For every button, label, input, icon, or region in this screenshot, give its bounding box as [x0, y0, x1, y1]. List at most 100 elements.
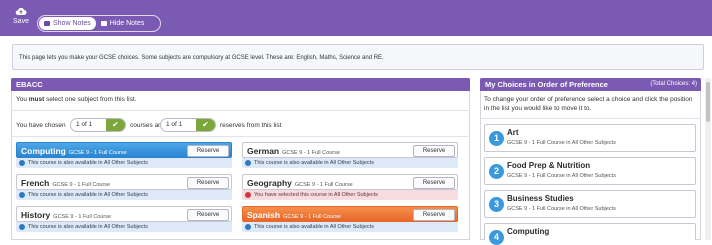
- notes-icon: [100, 21, 107, 26]
- info-banner: This page lets you make your GCSE choice…: [12, 44, 704, 70]
- choice-item-business-studies[interactable]: 3 Business Studies GCSE 9 - 1 Full Cours…: [484, 190, 696, 218]
- subject-detail: GCSE 9 - 1 Full Course: [52, 182, 111, 188]
- total-choices: (Total Choices: 4): [650, 81, 697, 87]
- subject-card-bar: History GCSE 9 - 1 Full Course Reserve: [16, 206, 232, 222]
- choice-detail: GCSE 9 - 1 Full Course in All Other Subj…: [507, 173, 616, 179]
- subject-detail: GCSE 9 - 1 Full Course: [294, 182, 353, 188]
- save-label: Save: [13, 18, 29, 25]
- ebacc-title: EBACC: [11, 78, 470, 91]
- subject-note: This course is also available in All Oth…: [242, 222, 458, 232]
- top-toolbar: Save Show Notes Hide Notes: [0, 0, 712, 36]
- reserve-button[interactable]: Reserve: [413, 209, 455, 221]
- choice-name: Food Prep & Nutrition: [507, 161, 591, 170]
- hide-notes-button[interactable]: Hide Notes: [96, 17, 150, 30]
- warning-icon: [245, 192, 251, 198]
- subject-card-bar: Geography GCSE 9 - 1 Full Course Reserve: [242, 174, 458, 190]
- choice-name: Art: [507, 128, 519, 137]
- reserve-button[interactable]: Reserve: [413, 145, 455, 157]
- choice-name: Business Studies: [507, 194, 574, 203]
- subject-name: French GCSE 9 - 1 Full Course: [21, 178, 110, 188]
- subject-title: French: [21, 178, 50, 188]
- subject-card-history[interactable]: History GCSE 9 - 1 Full Course Reserve Th…: [16, 206, 232, 234]
- choice-item-art[interactable]: 1 Art GCSE 9 - 1 Full Course in All Othe…: [484, 124, 696, 152]
- instruction-text: select one subject from this list.: [44, 96, 137, 103]
- check-icon: ✔: [106, 119, 125, 131]
- choice-item-food-prep[interactable]: 2 Food Prep & Nutrition GCSE 9 - 1 Full …: [484, 157, 696, 185]
- subject-detail: GCSE 9 - 1 Full Course: [282, 150, 340, 156]
- subject-warning: You have selected this course in All Oth…: [242, 190, 458, 200]
- subject-card-german[interactable]: German GCSE 9 - 1 Full Course Reserve Thi…: [242, 142, 458, 170]
- subject-title: Computing: [21, 146, 66, 156]
- subject-name: Spanish GCSE 9 - 1 Full Course: [247, 210, 341, 220]
- save-button[interactable]: Save: [9, 6, 33, 34]
- reserve-button[interactable]: Reserve: [187, 145, 229, 157]
- note-text: This course is also available in All Oth…: [254, 160, 374, 166]
- subject-title: Spanish: [247, 210, 281, 220]
- subject-name: Geography GCSE 9 - 1 Full Course: [247, 178, 353, 188]
- subject-title: Geography: [247, 178, 292, 188]
- subject-name: Computing GCSE 9 - 1 Full Course: [21, 146, 127, 156]
- show-notes-label: Show Notes: [53, 20, 91, 27]
- reserve-button[interactable]: Reserve: [187, 209, 229, 221]
- subject-detail: GCSE 9 - 1 Full Course: [283, 214, 341, 220]
- scrollbar-thumb[interactable]: [706, 82, 710, 122]
- notes-toggle: Show Notes Hide Notes: [37, 15, 161, 32]
- choices-title: My Choices in Order of Preference (Total …: [480, 78, 701, 91]
- subject-note: This course is also available in All Oth…: [16, 190, 232, 200]
- choice-detail: GCSE 9 - 1 Full Course in All Other Subj…: [507, 140, 616, 146]
- rank-badge: 1: [489, 131, 504, 146]
- note-text: You have selected this course in All Oth…: [254, 192, 378, 198]
- info-icon: [19, 160, 25, 166]
- scrollbar[interactable]: [705, 78, 711, 240]
- subject-card-bar: German GCSE 9 - 1 Full Course Reserve: [242, 142, 458, 158]
- info-icon: [245, 160, 251, 166]
- note-text: This course is also available in All Oth…: [28, 224, 148, 230]
- rank-badge: 2: [489, 164, 504, 179]
- instruction-emphasis: must: [28, 96, 45, 103]
- divider: [11, 110, 470, 111]
- choice-name: Computing: [507, 227, 550, 236]
- divider: [11, 136, 470, 137]
- note-text: This course is also available in All Oth…: [28, 192, 148, 198]
- courses-count: 1 of 1: [76, 121, 93, 128]
- hide-notes-label: Hide Notes: [109, 20, 145, 27]
- check-icon: ✔: [196, 119, 215, 131]
- note-text: This course is also available in All Oth…: [28, 160, 148, 166]
- subject-detail: GCSE 9 - 1 Full Course: [68, 150, 127, 156]
- subject-card-bar: Spanish GCSE 9 - 1 Full Course Reserve: [242, 206, 458, 222]
- choices-instruction: To change your order of preference selec…: [484, 96, 693, 112]
- reserve-button[interactable]: Reserve: [413, 177, 455, 189]
- subject-name: History GCSE 9 - 1 Full Course: [21, 210, 111, 220]
- subject-card-spanish[interactable]: Spanish GCSE 9 - 1 Full Course Reserve Th…: [242, 206, 458, 234]
- subject-card-french[interactable]: French GCSE 9 - 1 Full Course Reserve Thi…: [16, 174, 232, 202]
- note-text: This course is also available in All Oth…: [254, 224, 374, 230]
- choice-detail: GCSE 9 - 1 Full Course in All Other Subj…: [507, 206, 616, 212]
- subject-note: This course is also available in All Oth…: [16, 222, 232, 232]
- reserve-button[interactable]: Reserve: [187, 177, 229, 189]
- rank-badge: 3: [489, 197, 504, 212]
- subject-detail: GCSE 9 - 1 Full Course: [53, 214, 112, 220]
- subject-title: German: [247, 146, 280, 156]
- info-icon: [245, 224, 251, 230]
- cloud-upload-icon: [15, 7, 27, 15]
- subject-card-computing[interactable]: Computing GCSE 9 - 1 Full Course Reserve …: [16, 142, 232, 170]
- chosen-text: You have chosen: [16, 122, 66, 129]
- choices-title-text: My Choices in Order of Preference: [485, 80, 608, 89]
- subject-card-bar: French GCSE 9 - 1 Full Course Reserve: [16, 174, 232, 190]
- subject-note: This course is also available in All Oth…: [242, 158, 458, 168]
- reserves-count: 1 of 1: [166, 121, 183, 128]
- notes-icon: [44, 21, 50, 26]
- reserves-counter: 1 of 1 ✔: [160, 118, 216, 132]
- subject-note: This course is also available in All Oth…: [16, 158, 232, 168]
- courses-counter: 1 of 1 ✔: [70, 118, 126, 132]
- subject-name: German GCSE 9 - 1 Full Course: [247, 146, 340, 156]
- info-icon: [19, 224, 25, 230]
- subject-title: History: [21, 210, 51, 220]
- show-notes-button[interactable]: Show Notes: [39, 17, 96, 30]
- instruction-text: You: [16, 96, 29, 103]
- ebacc-instruction: You must select one subject from this li…: [16, 96, 136, 103]
- info-icon: [19, 192, 25, 198]
- choice-item-computing[interactable]: 4 Computing: [484, 223, 696, 245]
- divider: [480, 118, 701, 119]
- subject-card-geography[interactable]: Geography GCSE 9 - 1 Full Course Reserve …: [242, 174, 458, 202]
